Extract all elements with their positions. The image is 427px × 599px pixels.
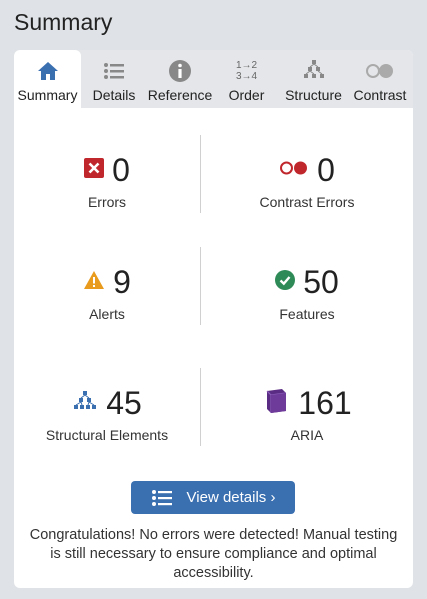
tab-label: Structure [285, 87, 342, 103]
contrast-error-icon [279, 160, 309, 181]
aria-label: ARIA [290, 427, 324, 443]
contrast-errors-count: 0 [317, 152, 335, 188]
aria-count: 161 [298, 385, 352, 421]
stat-features[interactable]: 50 Features [201, 262, 413, 322]
order-icon-bottom: 3→4 [235, 71, 258, 82]
view-details-button[interactable]: View details › [131, 481, 295, 514]
tab-structure[interactable]: Structure [280, 50, 347, 108]
tab-label: Details [92, 87, 136, 103]
home-icon [36, 58, 60, 84]
order-icon: 1→2 3→4 [236, 58, 257, 84]
stat-structural-elements[interactable]: 45 Structural Elements [14, 383, 200, 443]
structural-count: 45 [106, 385, 142, 421]
alerts-label: Alerts [89, 306, 125, 322]
page-title: Summary [14, 9, 113, 35]
structural-label: Structural Elements [45, 427, 169, 443]
alerts-count: 9 [113, 264, 131, 300]
stat-contrast-errors[interactable]: 0 Contrast Errors [201, 150, 413, 210]
tab-label: Order [228, 87, 265, 103]
contrast-icon [365, 58, 395, 84]
alert-icon [83, 270, 105, 295]
features-label: Features [279, 306, 335, 322]
list-icon [102, 58, 126, 84]
error-icon [84, 157, 105, 183]
structure-icon [301, 58, 327, 84]
tab-summary[interactable]: Summary [14, 50, 81, 108]
summary-panel: Summary Details Reference 1→2 3→4 Order … [14, 50, 413, 588]
info-icon [168, 58, 192, 84]
tab-label: Summary [17, 87, 78, 103]
view-details-label: View details › [186, 489, 276, 506]
order-icon-top: 1→2 [235, 60, 258, 71]
tab-order[interactable]: 1→2 3→4 Order [213, 50, 280, 108]
tab-label: Contrast [353, 87, 407, 103]
stat-errors[interactable]: 0 Errors [14, 150, 200, 210]
contrast-errors-label: Contrast Errors [259, 194, 355, 210]
tab-reference[interactable]: Reference [147, 50, 213, 108]
tab-bar: Summary Details Reference 1→2 3→4 Order … [14, 50, 413, 108]
stat-aria[interactable]: 161 ARIA [201, 383, 413, 443]
stat-alerts[interactable]: 9 Alerts [14, 262, 200, 322]
errors-count: 0 [112, 152, 130, 188]
tab-label: Reference [147, 87, 213, 103]
list-icon [151, 489, 173, 507]
status-message: Congratulations! No errors were detected… [29, 527, 398, 581]
structure-icon [72, 390, 98, 417]
errors-label: Errors [87, 194, 127, 210]
tab-details[interactable]: Details [81, 50, 147, 108]
tab-contrast[interactable]: Contrast [347, 50, 413, 108]
features-count: 50 [303, 264, 339, 300]
check-circle-icon [275, 269, 296, 295]
aria-cube-icon [262, 387, 290, 420]
